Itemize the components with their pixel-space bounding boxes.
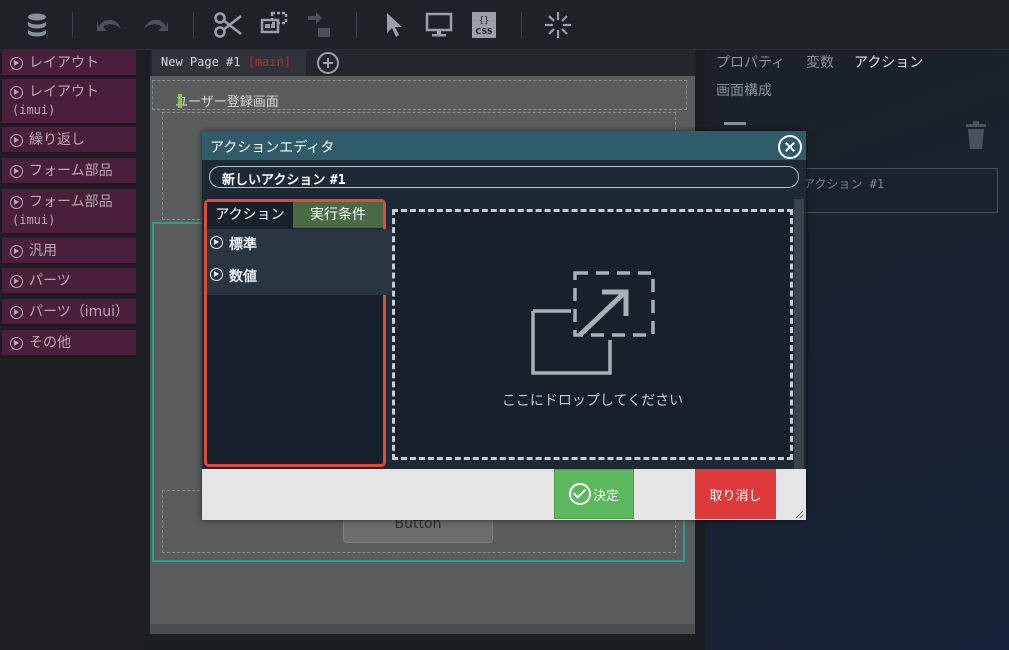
close-icon[interactable] xyxy=(778,135,802,159)
tab-screen-structure[interactable]: 画面構成 xyxy=(716,80,772,100)
play-circle-icon xyxy=(10,245,23,258)
play-circle-icon xyxy=(210,236,223,249)
play-circle-icon xyxy=(10,165,23,178)
sidebar-item-form[interactable]: フォーム部品 xyxy=(2,158,136,185)
play-circle-icon xyxy=(210,268,223,281)
sidebar-item-label: 汎用 xyxy=(29,243,57,259)
sidebar-item-repeat[interactable]: 繰り返し xyxy=(2,127,136,154)
action-name-field[interactable]: 新しいアクション #1 xyxy=(209,166,799,188)
trash-icon[interactable] xyxy=(965,120,987,150)
dialog-scrollbar[interactable] xyxy=(794,199,804,469)
undo-icon[interactable] xyxy=(93,8,127,42)
sidebar-item-layout-imui[interactable]: レイアウト (imui) xyxy=(2,79,136,125)
css-label-text: CSS xyxy=(475,27,492,36)
cut-icon[interactable] xyxy=(211,8,245,42)
sidebar-item-label: パーツ xyxy=(29,273,71,289)
tab-condition-label: 実行条件 xyxy=(310,207,366,223)
toolbar: {} CSS xyxy=(0,0,1009,50)
palette-category-standard[interactable]: 標準 xyxy=(207,229,404,263)
tab-action-label: アクション xyxy=(215,207,285,223)
sidebar-item-layout[interactable]: レイアウト xyxy=(2,50,136,77)
action-name-number: #1 xyxy=(329,173,346,188)
play-circle-icon xyxy=(10,134,23,147)
ok-button[interactable]: 決定 xyxy=(554,469,634,519)
sidebar-item-label: フォーム部品 xyxy=(29,194,113,210)
tab-action[interactable]: アクション xyxy=(207,202,293,228)
tab-condition[interactable]: 実行条件 xyxy=(293,202,383,228)
monitor-icon[interactable] xyxy=(422,8,456,42)
play-circle-icon xyxy=(10,306,23,319)
swap-icon[interactable] xyxy=(302,8,336,42)
tab-properties[interactable]: プロパティ xyxy=(716,52,785,72)
add-page-icon[interactable] xyxy=(317,52,339,74)
page-tab[interactable]: New Page #1 [main] xyxy=(152,50,306,76)
play-circle-icon xyxy=(10,196,23,209)
tab-actions[interactable]: アクション xyxy=(854,52,923,72)
sidebar-item-sub: (imui) xyxy=(12,103,56,117)
toolbar-divider xyxy=(72,12,73,38)
drop-zone-hint: ここにドロップしてください xyxy=(501,393,684,409)
toolbar-divider xyxy=(521,12,522,38)
structure-icon[interactable] xyxy=(258,8,292,42)
palette-category-number[interactable]: 数値 xyxy=(207,261,404,295)
drop-target-icon xyxy=(530,270,656,376)
dialog-title: アクションエディタ xyxy=(210,140,335,156)
action-list-item-label: アクション #1 xyxy=(803,177,885,191)
palette-category-label: 数値 xyxy=(229,269,257,285)
sidebar-item-label: その他 xyxy=(29,335,71,351)
tab-variables[interactable]: 変数 xyxy=(806,52,834,72)
sidebar-item-other[interactable]: その他 xyxy=(2,330,136,357)
screen-title: ユーザー登録画面 xyxy=(175,95,279,110)
page-tab-suffix: [main] xyxy=(247,55,292,69)
page-tab-label: New Page #1 xyxy=(161,55,241,69)
pointer-icon[interactable] xyxy=(377,8,411,42)
canvas-scrollbar[interactable] xyxy=(150,624,695,634)
sidebar-item-parts[interactable]: パーツ xyxy=(2,268,136,295)
ok-button-label: 決定 xyxy=(592,488,619,504)
play-circle-icon xyxy=(10,86,23,99)
sidebar-item-label: パーツ（imui） xyxy=(29,304,130,320)
sparkle-icon[interactable] xyxy=(541,8,575,42)
play-circle-icon xyxy=(10,275,23,288)
screen-title-block[interactable]: ユーザー登録画面 xyxy=(152,80,687,110)
sidebar-item-general[interactable]: 汎用 xyxy=(2,238,136,265)
resize-grip-icon[interactable] xyxy=(794,508,804,519)
sidebar-item-label: 繰り返し xyxy=(29,132,85,148)
sidebar-item-label: フォーム部品 xyxy=(29,163,113,179)
sidebar-item-label: レイアウト xyxy=(29,84,99,100)
toolbar-divider xyxy=(193,12,194,38)
css-braces-text: {} xyxy=(479,16,490,26)
play-circle-icon xyxy=(10,57,23,70)
marker-icon xyxy=(178,94,182,108)
cancel-button[interactable]: 取り消し xyxy=(695,469,776,519)
dialog-title-bar[interactable]: アクションエディタ xyxy=(202,131,806,160)
palette-category-label: 標準 xyxy=(229,237,257,253)
sidebar-item-sub: (imui) xyxy=(12,213,56,227)
css-icon[interactable]: {} CSS xyxy=(467,8,501,42)
sidebar-item-form-imui[interactable]: フォーム部品 (imui) xyxy=(2,189,136,235)
redo-icon[interactable] xyxy=(138,8,172,42)
sidebar-item-parts-imui[interactable]: パーツ（imui） xyxy=(2,299,136,326)
toolbar-divider xyxy=(356,12,357,38)
check-circle-icon xyxy=(568,483,591,505)
sidebar-item-label: レイアウト xyxy=(29,55,99,71)
action-name-text: 新しいアクション xyxy=(222,173,326,188)
play-circle-icon xyxy=(10,337,23,350)
database-icon[interactable] xyxy=(20,8,54,42)
cancel-button-label: 取り消し xyxy=(709,488,762,504)
